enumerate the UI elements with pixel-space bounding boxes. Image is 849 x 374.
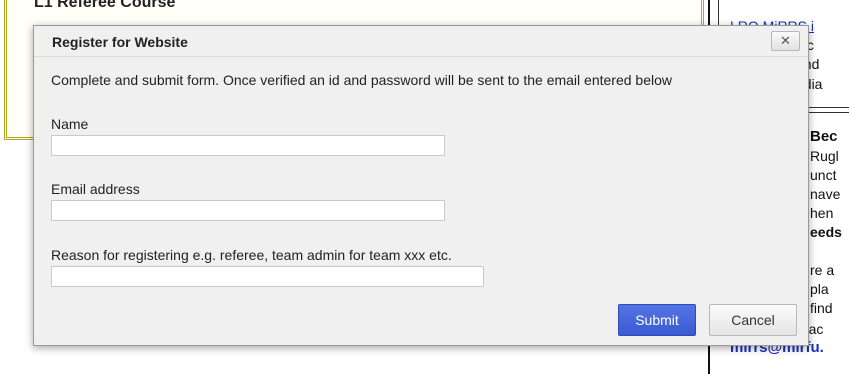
sidebar-text: unct [810,167,837,183]
email-label: Email address [51,181,140,197]
sidebar-text: hen [810,205,834,221]
sidebar-text: Rugl [810,148,839,164]
reason-label: Reason for registering e.g. referee, tea… [51,247,452,263]
close-icon: ✕ [780,33,791,48]
dialog-titlebar[interactable]: Register for Website ✕ [34,26,808,57]
reason-field[interactable] [51,266,484,287]
close-button[interactable]: ✕ [771,31,800,51]
register-dialog: Register for Website ✕ Complete and subm… [33,25,809,346]
name-label: Name [51,116,89,132]
sidebar-text: re a [810,262,835,278]
sidebar-text: pla [810,281,829,297]
instructions-text: Complete and submit form. Once verified … [51,72,672,88]
sidebar-heading: Bec [810,128,838,145]
name-field[interactable] [51,135,445,156]
sidebar-heading: eeds [810,224,842,240]
sidebar-text: nave [810,186,841,202]
cancel-button[interactable]: Cancel [709,304,797,336]
dialog-title: Register for Website [52,34,188,50]
email-field[interactable] [51,200,445,221]
course-title: L1 Referee Course [34,0,176,11]
submit-button[interactable]: Submit [618,304,696,336]
sidebar-text: find [810,300,833,316]
